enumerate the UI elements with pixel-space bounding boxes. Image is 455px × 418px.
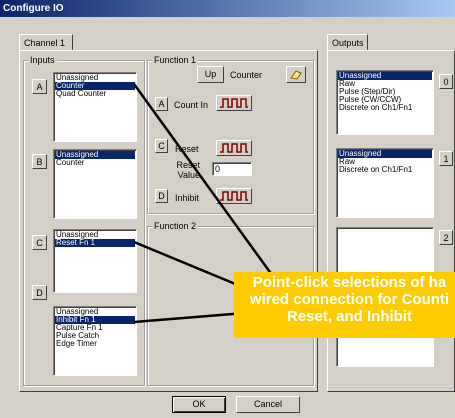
arrow-line <box>133 240 246 290</box>
callout-arrows <box>132 83 274 324</box>
arrow-line <box>132 83 274 276</box>
arrow-line <box>133 311 246 324</box>
ok-button[interactable]: OK <box>172 396 226 413</box>
cancel-button[interactable]: Cancel <box>236 396 300 413</box>
callout-box: Point-click selections of ha wired conne… <box>234 272 455 338</box>
callout-line: Point-click selections of ha <box>252 274 447 291</box>
callout-line: wired connection for Counti <box>249 291 450 308</box>
callout-line: Reset, and Inhibit <box>286 308 412 325</box>
